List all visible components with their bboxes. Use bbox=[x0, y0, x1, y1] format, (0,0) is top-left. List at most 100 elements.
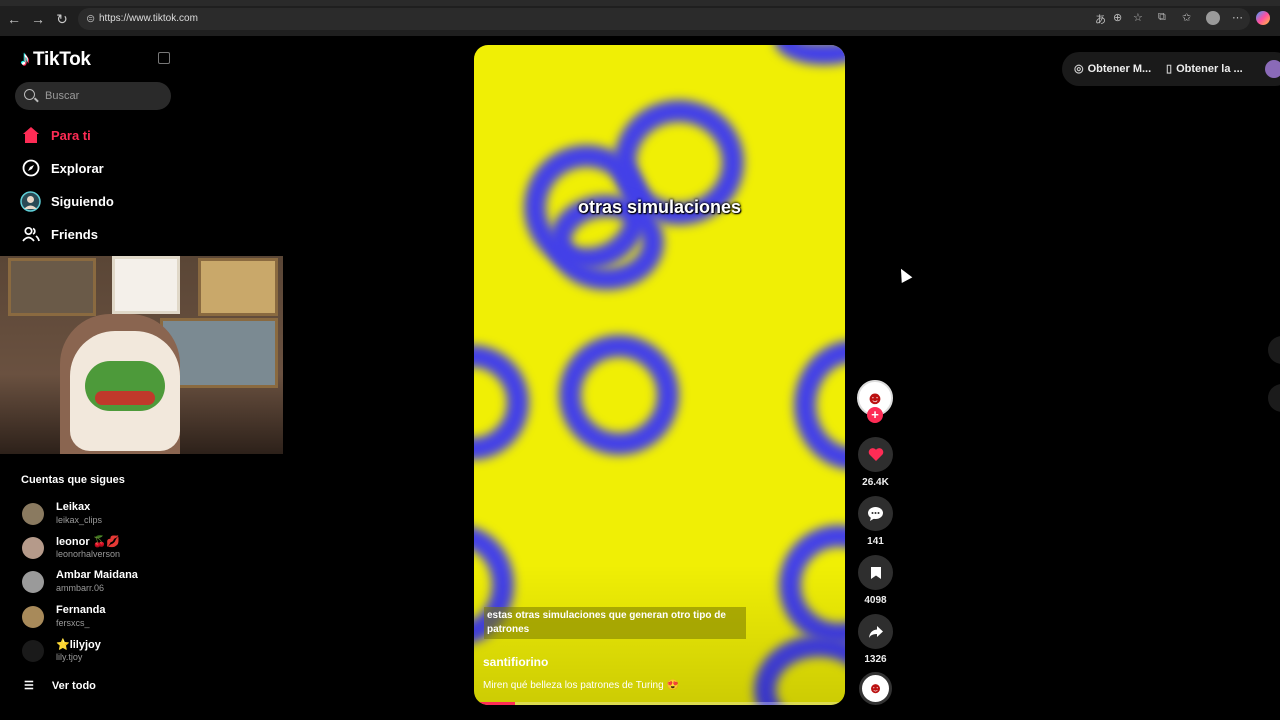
copilot-icon[interactable] bbox=[1256, 11, 1270, 25]
pill-label: Obtener la ... bbox=[1176, 62, 1243, 75]
account-name: Fernanda bbox=[56, 604, 106, 616]
wall-poster bbox=[8, 258, 96, 316]
avatar bbox=[22, 606, 44, 628]
video-subtitle: estas otras simulaciones que generan otr… bbox=[484, 607, 746, 639]
compass-icon bbox=[20, 158, 41, 179]
turing-pattern-ring bbox=[794, 340, 845, 470]
bookmark-icon bbox=[870, 566, 881, 579]
profile-icon[interactable] bbox=[1206, 11, 1220, 25]
search-box[interactable] bbox=[15, 82, 171, 110]
menu-dots-icon[interactable]: ⋯ bbox=[1232, 11, 1243, 24]
account-name: Ambar Maidana bbox=[56, 569, 138, 581]
nav-explorar[interactable]: Explorar bbox=[20, 156, 104, 180]
favorites-icon[interactable]: ✩ bbox=[1182, 11, 1191, 24]
heart-icon bbox=[868, 448, 883, 461]
reload-icon[interactable]: ↻ bbox=[53, 10, 71, 28]
account-name: ⭐lilyjoy bbox=[56, 639, 101, 651]
get-app-button[interactable]: ▯ Obtener la ... bbox=[1166, 62, 1243, 76]
music-disc-icon[interactable]: ☻ bbox=[859, 672, 892, 705]
coin-icon: ◎ bbox=[1074, 63, 1084, 75]
following-account[interactable]: ⭐lilyjoy lily.tjoy bbox=[22, 638, 222, 668]
video-overlay-text: otras simulaciones bbox=[577, 197, 742, 217]
following-section-title: Cuentas que sigues bbox=[21, 474, 125, 486]
nav-label: Explorar bbox=[51, 160, 104, 176]
turing-pattern-ring bbox=[774, 45, 845, 65]
webcam-overlay bbox=[0, 256, 283, 454]
account-name: Leikax bbox=[56, 501, 91, 513]
turing-pattern-ring bbox=[559, 335, 679, 455]
wall-poster bbox=[198, 258, 278, 316]
nav-label: Para ti bbox=[51, 127, 91, 143]
account-handle: lily.tjoy bbox=[56, 652, 83, 662]
browser-toolbar: ← → ↻ ⊜ https://www.tiktok.com あ ⊕ ☆ ⧉ ✩… bbox=[0, 0, 1280, 36]
favorite-star-icon[interactable]: ☆ bbox=[1133, 11, 1143, 24]
account-handle: fersxcs_ bbox=[56, 618, 90, 628]
site-info-icon[interactable]: ⊜ bbox=[86, 12, 95, 25]
phone-icon: ▯ bbox=[1166, 63, 1173, 75]
account-name: leonor 🍒💋 bbox=[56, 536, 121, 548]
comment-icon bbox=[868, 506, 883, 521]
avatar bbox=[22, 537, 44, 559]
friends-icon bbox=[20, 224, 41, 245]
translate-icon[interactable]: あ bbox=[1095, 11, 1106, 27]
like-count: 26.4K bbox=[862, 477, 889, 488]
brand-name: TikTok bbox=[33, 48, 91, 70]
video-progress-fill bbox=[474, 702, 515, 705]
following-account[interactable]: Leikax leikax_clips bbox=[22, 501, 222, 531]
nav-label: Siguiendo bbox=[51, 193, 114, 209]
forward-icon[interactable]: → bbox=[29, 10, 47, 28]
avatar bbox=[22, 571, 44, 593]
pill-label: Obtener M... bbox=[1087, 62, 1152, 75]
follow-plus-icon[interactable]: + bbox=[867, 407, 883, 423]
share-count: 1326 bbox=[864, 654, 887, 665]
following-account[interactable]: Ambar Maidana ammbarr.06 bbox=[22, 569, 222, 599]
nav-siguiendo[interactable]: Siguiendo bbox=[20, 189, 114, 213]
share-icon bbox=[868, 625, 883, 638]
tiktok-note-icon: ♪ bbox=[20, 48, 30, 70]
tiktok-logo[interactable]: ♪ TikTok bbox=[20, 48, 91, 71]
list-icon: ☰ bbox=[24, 680, 34, 692]
nav-label: Friends bbox=[51, 226, 98, 242]
search-icon bbox=[24, 89, 35, 100]
tab-strip bbox=[0, 0, 1280, 6]
see-all-label: Ver todo bbox=[51, 679, 96, 692]
see-all-button[interactable]: ☰ Ver todo bbox=[24, 679, 96, 693]
nav-para-ti[interactable]: Para ti bbox=[20, 123, 91, 147]
following-avatar-icon bbox=[20, 190, 41, 212]
video-player[interactable]: otras simulaciones estas otras simulacio… bbox=[474, 45, 845, 705]
address-bar[interactable]: ⊜ https://www.tiktok.com bbox=[78, 8, 1250, 30]
home-icon bbox=[20, 125, 41, 146]
get-coins-button[interactable]: ◎ Obtener M... bbox=[1074, 62, 1152, 76]
user-avatar[interactable] bbox=[1265, 60, 1280, 78]
back-icon[interactable]: ← bbox=[5, 10, 23, 28]
save-count: 4098 bbox=[864, 595, 887, 606]
account-handle: leonorhalverson bbox=[56, 549, 121, 559]
zoom-icon[interactable]: ⊕ bbox=[1113, 11, 1122, 24]
like-button[interactable] bbox=[858, 437, 893, 472]
avatar bbox=[22, 640, 44, 662]
account-handle: ammbarr.06 bbox=[56, 583, 105, 593]
avatar bbox=[22, 503, 44, 525]
scroll-down-button[interactable] bbox=[1268, 384, 1280, 412]
share-button[interactable] bbox=[858, 614, 893, 649]
url-text: https://www.tiktok.com bbox=[99, 13, 198, 24]
account-handle: leikax_clips bbox=[56, 515, 103, 525]
top-actions-bar: ◎ Obtener M... ▯ Obtener la ... bbox=[1062, 52, 1280, 86]
collapse-sidebar-icon[interactable] bbox=[158, 52, 170, 64]
wall-poster bbox=[112, 256, 180, 314]
save-button[interactable] bbox=[858, 555, 893, 590]
video-progress-bar[interactable] bbox=[474, 702, 845, 705]
following-account[interactable]: Fernanda fersxcs_ bbox=[22, 604, 222, 634]
video-description: Miren qué belleza los patrones de Turing… bbox=[483, 680, 679, 691]
frog-lips bbox=[95, 391, 155, 405]
comment-count: 141 bbox=[867, 536, 884, 547]
comment-button[interactable] bbox=[858, 496, 893, 531]
following-account[interactable]: leonor 🍒💋 leonorhalverson bbox=[22, 535, 222, 565]
turing-pattern-ring bbox=[474, 345, 529, 460]
search-input[interactable] bbox=[45, 87, 165, 105]
video-author[interactable]: santifiorino bbox=[483, 655, 548, 669]
scroll-up-button[interactable] bbox=[1268, 336, 1280, 364]
extensions-icon[interactable]: ⧉ bbox=[1158, 11, 1166, 24]
mouse-cursor-icon bbox=[895, 265, 913, 284]
nav-friends[interactable]: Friends bbox=[20, 222, 98, 246]
